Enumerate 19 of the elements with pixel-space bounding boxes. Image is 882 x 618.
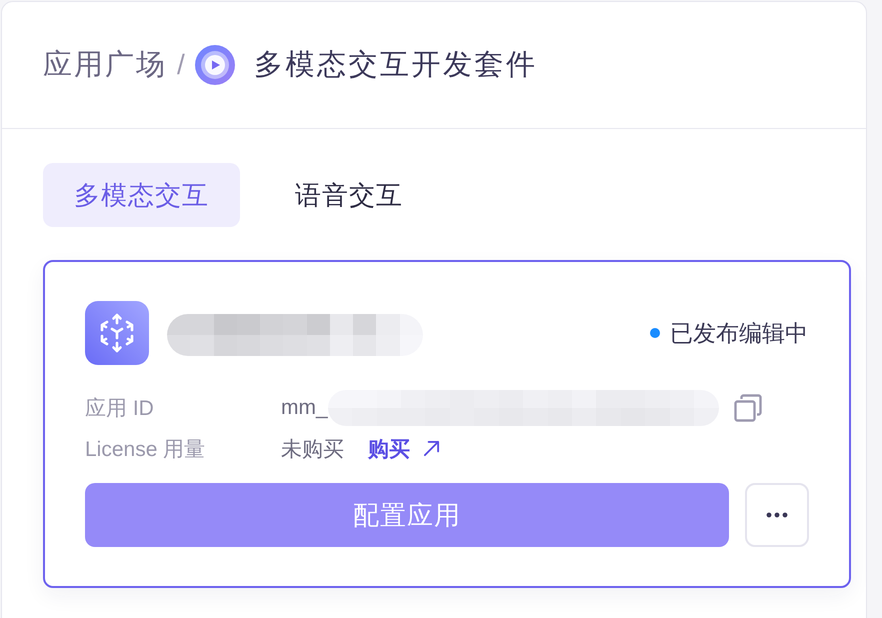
copy-icon[interactable] <box>734 394 762 422</box>
buy-link[interactable]: 购买 <box>368 434 410 462</box>
play-icon <box>194 45 235 85</box>
page-title: 多模态交互开发套件 <box>254 48 538 83</box>
app-card[interactable]: 已发布编辑中 应用 ID mm_ License 用量 未购买 购买 配置应用 <box>43 260 851 588</box>
cube-icon <box>85 301 149 365</box>
status-dot-icon <box>650 328 660 338</box>
tab[interactable]: 多模态交互 <box>43 163 240 227</box>
more-icon <box>766 512 788 518</box>
status-label: 已发布编辑中 <box>670 318 808 348</box>
field-value: 未购买 <box>281 436 344 462</box>
configure-button[interactable]: 配置应用 <box>85 483 730 547</box>
field-label: License 用量 <box>85 436 206 462</box>
breadcrumb-separator: / <box>177 49 185 81</box>
arrow-up-right-icon <box>423 440 440 457</box>
breadcrumb-link[interactable]: 应用广场 <box>43 45 167 85</box>
tab[interactable]: 语音交互 <box>264 163 434 227</box>
field-value: mm_ <box>281 396 328 420</box>
field-label: 应用 ID <box>85 396 155 422</box>
